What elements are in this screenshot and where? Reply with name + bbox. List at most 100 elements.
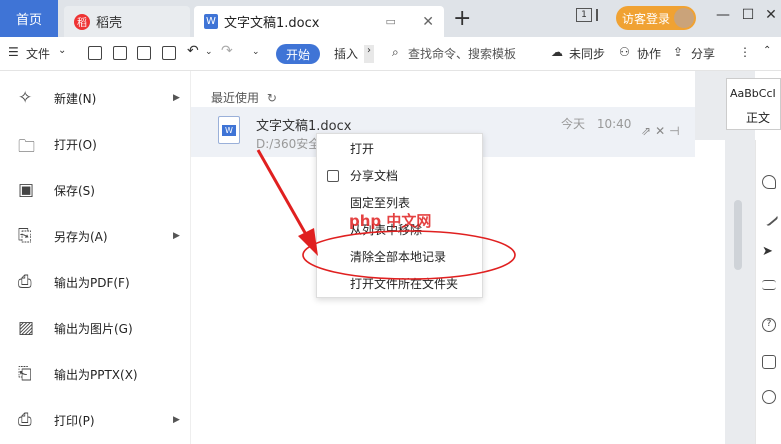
folder-icon: 🗀 xyxy=(18,137,35,157)
maximize-icon[interactable]: ☐ xyxy=(739,7,757,23)
login-label: 访客登录 xyxy=(622,11,671,26)
print-toolbar-icon[interactable] xyxy=(137,46,151,60)
refresh-icon[interactable]: ↻ xyxy=(267,91,277,105)
login-button[interactable]: 访客登录 xyxy=(616,6,696,30)
share-file-icon[interactable]: ⇗ xyxy=(641,124,655,138)
tab-bar: 首页 稻 稻壳 W 文字文稿1.docx ▭ ✕ + 1 访客登录 — ☐ ✕ xyxy=(0,0,781,37)
file-menu-item[interactable]: ⎙ 输出为PDF(F) xyxy=(0,262,191,302)
file-menu-item-label: 保存(S) xyxy=(54,183,95,198)
file-menu-item-label: 输出为PPTX(X) xyxy=(54,367,138,382)
minimize-icon[interactable]: — xyxy=(714,7,732,23)
more-dropdown-icon[interactable]: ⌄ xyxy=(252,47,260,57)
file-menu-item[interactable]: ⎘ 另存为(A) ▶ xyxy=(0,216,191,256)
window-count-badge[interactable]: 1 xyxy=(576,8,592,22)
collab-button[interactable]: 协作 xyxy=(637,45,661,62)
document-page[interactable] xyxy=(695,140,725,444)
tab-daoke[interactable]: 稻 稻壳 xyxy=(64,6,190,37)
panel-icon[interactable] xyxy=(762,355,776,369)
hamburger-icon[interactable]: ☰ xyxy=(8,45,19,59)
style-name: 正文 xyxy=(746,111,771,125)
context-menu-item[interactable]: 打开 xyxy=(317,135,482,162)
daoke-logo-icon: 稻 xyxy=(74,13,90,30)
file-actions: ⇗✕⊣ xyxy=(641,124,684,138)
undo-dropdown-icon[interactable]: ⌄ xyxy=(205,47,213,57)
file-menu-item[interactable]: ✧ 新建(N) ▶ xyxy=(0,78,191,118)
recent-title: 最近使用 ↻ xyxy=(211,89,277,106)
settings-sliders-icon[interactable] xyxy=(762,280,776,290)
toolbar: ☰ 文件 ⌄ ↶ ⌄ ↷ ⌄ 开始 插入 › ⌕ 查找命令、搜索模板 ☁ 未同步… xyxy=(0,37,781,71)
save-as-icon: ⎘ xyxy=(18,226,32,246)
layout-icon[interactable] xyxy=(596,9,606,21)
tab-document-label: 文字文稿1.docx xyxy=(224,16,320,31)
file-time: 今天 10:40 xyxy=(561,115,631,132)
save-icon: ▣ xyxy=(18,180,35,200)
file-menu-item-label: 输出为PDF(F) xyxy=(54,275,130,290)
avatar xyxy=(674,8,694,28)
file-name: 文字文稿1.docx xyxy=(256,119,352,134)
context-menu-item-label: 打开文件所在文件夹 xyxy=(350,277,459,291)
file-menu-item-label: 输出为图片(G) xyxy=(54,321,133,336)
chevron-down-icon[interactable]: ⌄ xyxy=(58,45,66,56)
watermark: php 中文网 xyxy=(349,212,432,230)
share-button[interactable]: 分享 xyxy=(691,45,715,62)
cursor-icon[interactable]: ➤ xyxy=(762,245,776,259)
submenu-arrow-icon: ▶ xyxy=(173,93,180,103)
preview-icon[interactable] xyxy=(162,46,176,60)
pptx-icon: ⎗ xyxy=(18,364,32,384)
recent-title-label: 最近使用 xyxy=(211,91,260,105)
new-tab-button[interactable]: + xyxy=(453,6,471,31)
share-doc-icon xyxy=(327,169,339,182)
file-menu-item[interactable]: ▣ 保存(S) xyxy=(0,170,191,210)
monitor-icon[interactable]: ▭ xyxy=(385,15,395,28)
collab-icon: ⚇ xyxy=(619,45,630,59)
command-search-input[interactable]: 查找命令、搜索模板 xyxy=(408,45,516,62)
file-menu-item[interactable]: ⎙ 打印(P) ▶ xyxy=(0,400,191,440)
file-menu-panel: ✧ 新建(N) ▶ 🗀 打开(O) ▣ 保存(S) ⎘ 另存为(A) ▶ ⎙ 输出为PDF(F) ▨ 输出… xyxy=(0,71,191,444)
file-path: D:/360安全 xyxy=(256,137,321,151)
tab-document[interactable]: W 文字文稿1.docx ▭ ✕ xyxy=(194,6,444,37)
tab-close-icon[interactable]: ✕ xyxy=(422,14,434,30)
file-menu-item-label: 另存为(A) xyxy=(54,229,108,244)
cloud-icon: ☁ xyxy=(551,45,563,59)
pin-icon[interactable]: ⊣ xyxy=(669,124,683,138)
save-toolbar-icon[interactable] xyxy=(88,46,102,60)
tab-home[interactable]: 首页 xyxy=(0,0,58,37)
submenu-arrow-icon: ▶ xyxy=(173,231,180,241)
submenu-arrow-icon: ▶ xyxy=(173,415,180,425)
context-menu-item[interactable]: 打开文件所在文件夹 xyxy=(317,270,482,297)
context-menu-item[interactable]: 分享文档 xyxy=(317,162,482,189)
file-menu-item[interactable]: ▨ 输出为图片(G) xyxy=(0,308,191,348)
collapse-icon[interactable]: ⌃ xyxy=(763,45,771,56)
new-icon: ✧ xyxy=(18,88,33,108)
context-menu-item-label: 固定至列表 xyxy=(350,196,411,210)
more-icon[interactable]: ⋮ xyxy=(739,45,751,59)
file-day: 今天 xyxy=(561,117,586,131)
pen-icon[interactable] xyxy=(759,207,779,227)
chevron-right-icon[interactable]: › xyxy=(364,45,374,63)
file-menu-item-label: 打印(P) xyxy=(54,413,95,428)
style-normal[interactable]: AaBbCcI 正文 xyxy=(726,78,781,130)
context-menu-item[interactable]: 清除全部本地记录 xyxy=(317,243,482,270)
compass-icon[interactable] xyxy=(762,390,776,404)
help-icon[interactable]: ? xyxy=(762,318,776,332)
right-sidebar: ➤ ? xyxy=(755,140,781,444)
rocket-icon[interactable] xyxy=(762,175,776,189)
search-icon: ⌕ xyxy=(392,45,399,59)
export-icon[interactable] xyxy=(113,46,127,60)
tab-start[interactable]: 开始 xyxy=(276,44,320,64)
image-icon: ▨ xyxy=(18,318,35,338)
file-menu-button[interactable]: 文件 xyxy=(26,45,50,62)
style-sample: AaBbCcI xyxy=(730,87,776,100)
share-icon: ⇪ xyxy=(673,45,684,59)
writer-doc-icon: W xyxy=(204,14,218,29)
sync-status[interactable]: 未同步 xyxy=(569,45,605,62)
undo-icon[interactable]: ↶ xyxy=(187,43,199,59)
file-menu-item[interactable]: 🗀 打开(O) xyxy=(0,124,191,164)
docx-file-icon: W xyxy=(218,116,240,144)
tab-insert[interactable]: 插入 xyxy=(334,45,358,62)
redo-icon[interactable]: ↷ xyxy=(221,43,233,59)
remove-file-icon[interactable]: ✕ xyxy=(655,124,669,138)
close-window-icon[interactable]: ✕ xyxy=(762,7,780,23)
scrollbar[interactable] xyxy=(734,200,742,270)
file-menu-item[interactable]: ⎗ 输出为PPTX(X) xyxy=(0,354,191,394)
